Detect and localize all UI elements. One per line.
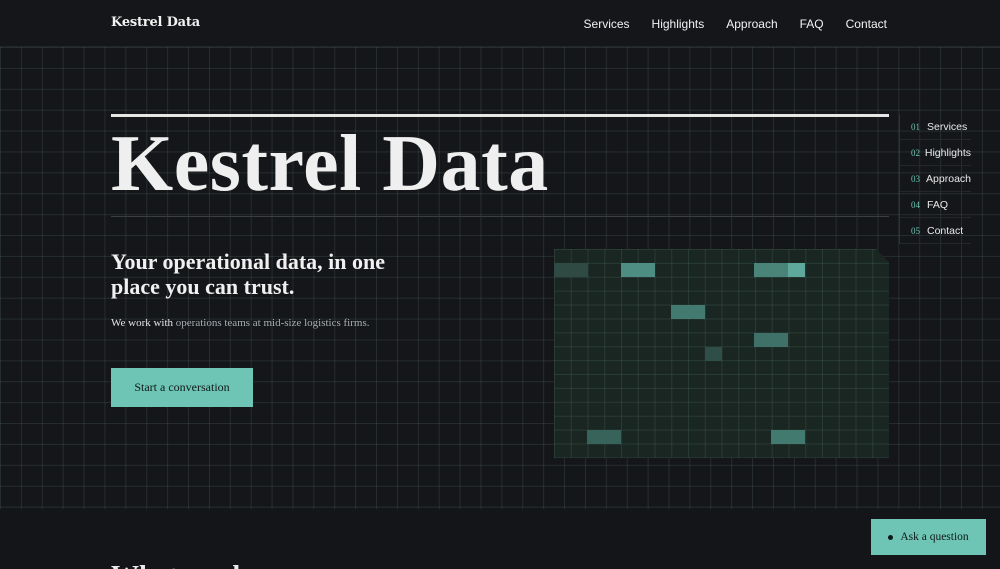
grid-cell xyxy=(621,263,655,277)
nav-link-approach[interactable]: Approach xyxy=(726,17,777,31)
ask-question-label: Ask a question xyxy=(900,531,969,543)
data-grid-visual xyxy=(554,249,889,458)
nav-link-faq[interactable]: FAQ xyxy=(800,17,824,31)
hero-description-rest: operations teams at mid-size logistics f… xyxy=(173,317,370,329)
side-nav-num: 03 xyxy=(911,173,920,184)
section-title: What we do xyxy=(111,561,254,569)
side-nav-item-faq[interactable]: 04 FAQ xyxy=(900,192,971,218)
nav-link-highlights[interactable]: Highlights xyxy=(652,17,705,31)
grid-cell xyxy=(705,347,722,361)
hero-description-lead: We work with xyxy=(111,317,174,329)
hero-description: We work with operations teams at mid-siz… xyxy=(111,315,371,332)
grid-cell xyxy=(788,263,805,277)
side-nav-num: 01 xyxy=(911,121,920,132)
start-conversation-button[interactable]: Start a conversation xyxy=(111,368,253,407)
next-section: What we do xyxy=(0,509,1000,569)
top-nav: Services Highlights Approach FAQ Contact xyxy=(584,17,887,31)
nav-link-contact[interactable]: Contact xyxy=(846,17,887,31)
grid-cell xyxy=(554,263,588,277)
section-side-nav: 01 Services 02 Highlights 03 Approach 04 FAQ… xyxy=(899,114,971,244)
nav-link-services[interactable]: Services xyxy=(584,17,630,31)
grid-cell xyxy=(587,430,621,444)
ask-question-button[interactable]: Ask a question xyxy=(871,519,986,555)
side-nav-item-services[interactable]: 01 Services xyxy=(900,114,971,140)
brand-logo[interactable]: Kestrel Data xyxy=(111,15,200,30)
side-nav-item-contact[interactable]: 05 Contact xyxy=(900,218,971,244)
hero-title: Kestrel Data xyxy=(111,120,549,208)
grid-cell xyxy=(671,305,705,319)
side-nav-item-approach[interactable]: 03 Approach xyxy=(900,166,971,192)
side-nav-num: 02 xyxy=(911,147,920,158)
status-dot-icon xyxy=(888,534,894,540)
side-nav-num: 04 xyxy=(911,199,920,210)
hero-subtitle: Your operational data, in one place you … xyxy=(111,249,386,299)
grid-cell xyxy=(754,263,788,277)
side-nav-label: Approach xyxy=(926,172,971,185)
side-nav-label: Services xyxy=(927,120,968,133)
side-nav-num: 05 xyxy=(911,225,920,236)
side-nav-item-highlights[interactable]: 02 Highlights xyxy=(900,140,971,166)
hero-section: Kestrel Data Your operational data, in o… xyxy=(0,47,1000,509)
hero-divider xyxy=(111,114,889,117)
side-nav-label: FAQ xyxy=(927,198,949,211)
grid-cell xyxy=(754,333,788,347)
side-nav-label: Highlights xyxy=(924,146,971,159)
top-bar: Kestrel Data Services Highlights Approac… xyxy=(0,0,1000,47)
side-nav-label: Contact xyxy=(927,224,964,237)
hero-divider-thin xyxy=(111,216,889,217)
grid-cell xyxy=(771,430,805,444)
